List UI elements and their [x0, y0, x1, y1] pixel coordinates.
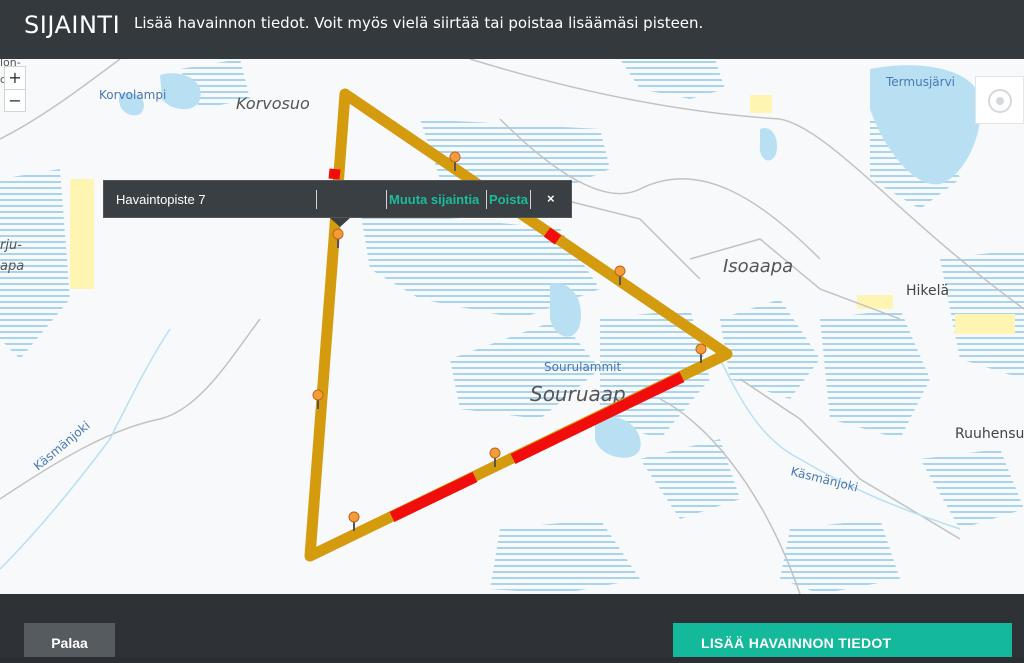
label-souruaapa: Souruaap	[530, 382, 626, 406]
marker-popup: Havaintopiste 7 Muuta sijaintia Poista ×	[103, 180, 572, 227]
page-title: SIJAINTI	[24, 11, 121, 39]
divider	[486, 190, 487, 209]
label-korvosuo: Korvosuo	[236, 94, 310, 113]
label-sourulammit: Sourulammit	[544, 360, 622, 374]
map-view[interactable]: Korvolampi Korvosuo Termusjärvi Isoaapa …	[0, 59, 1024, 594]
back-button[interactable]: Palaa	[24, 623, 115, 657]
page-instructions: Lisää havainnon tiedot. Voit myös vielä …	[134, 14, 704, 32]
point-name: Havaintopiste 7	[116, 192, 206, 207]
divider	[530, 190, 531, 209]
map-canvas[interactable]: Korvolampi Korvosuo Termusjärvi Isoaapa …	[0, 59, 1024, 594]
wetland-areas	[0, 59, 1024, 594]
divider	[316, 190, 317, 209]
divider	[386, 190, 387, 209]
label-edge-b: apa	[0, 259, 24, 274]
delete-point-link[interactable]: Poista	[489, 192, 528, 207]
page-header: SIJAINTI Lisää havainnon tiedot. Voit my…	[0, 0, 1024, 59]
crosshair-icon	[988, 89, 1012, 113]
label-kasmanjoki-west: Käsmänjoki	[31, 418, 93, 473]
add-observation-details-button[interactable]: LISÄÄ HAVAINNON TIEDOT	[673, 623, 1012, 657]
footer-bar: Palaa LISÄÄ HAVAINNON TIEDOT	[0, 594, 1024, 657]
label-korvolampi: Korvolampi	[99, 88, 166, 102]
zoom-control: + −	[4, 66, 26, 112]
close-icon[interactable]: ×	[547, 191, 563, 207]
zoom-in-button[interactable]: +	[5, 67, 25, 89]
move-location-link[interactable]: Muuta sijaintia	[389, 192, 479, 207]
label-isoaapa: Isoaapa	[723, 256, 793, 277]
label-hikela: Hikelä	[906, 283, 949, 299]
label-edge-a: rju-	[0, 238, 22, 253]
zoom-out-button[interactable]: −	[5, 89, 25, 111]
label-ruuhensu: Ruuhensu	[955, 426, 1024, 442]
locate-me-button[interactable]	[975, 76, 1024, 124]
label-termusjarvi: Termusjärvi	[885, 75, 955, 89]
